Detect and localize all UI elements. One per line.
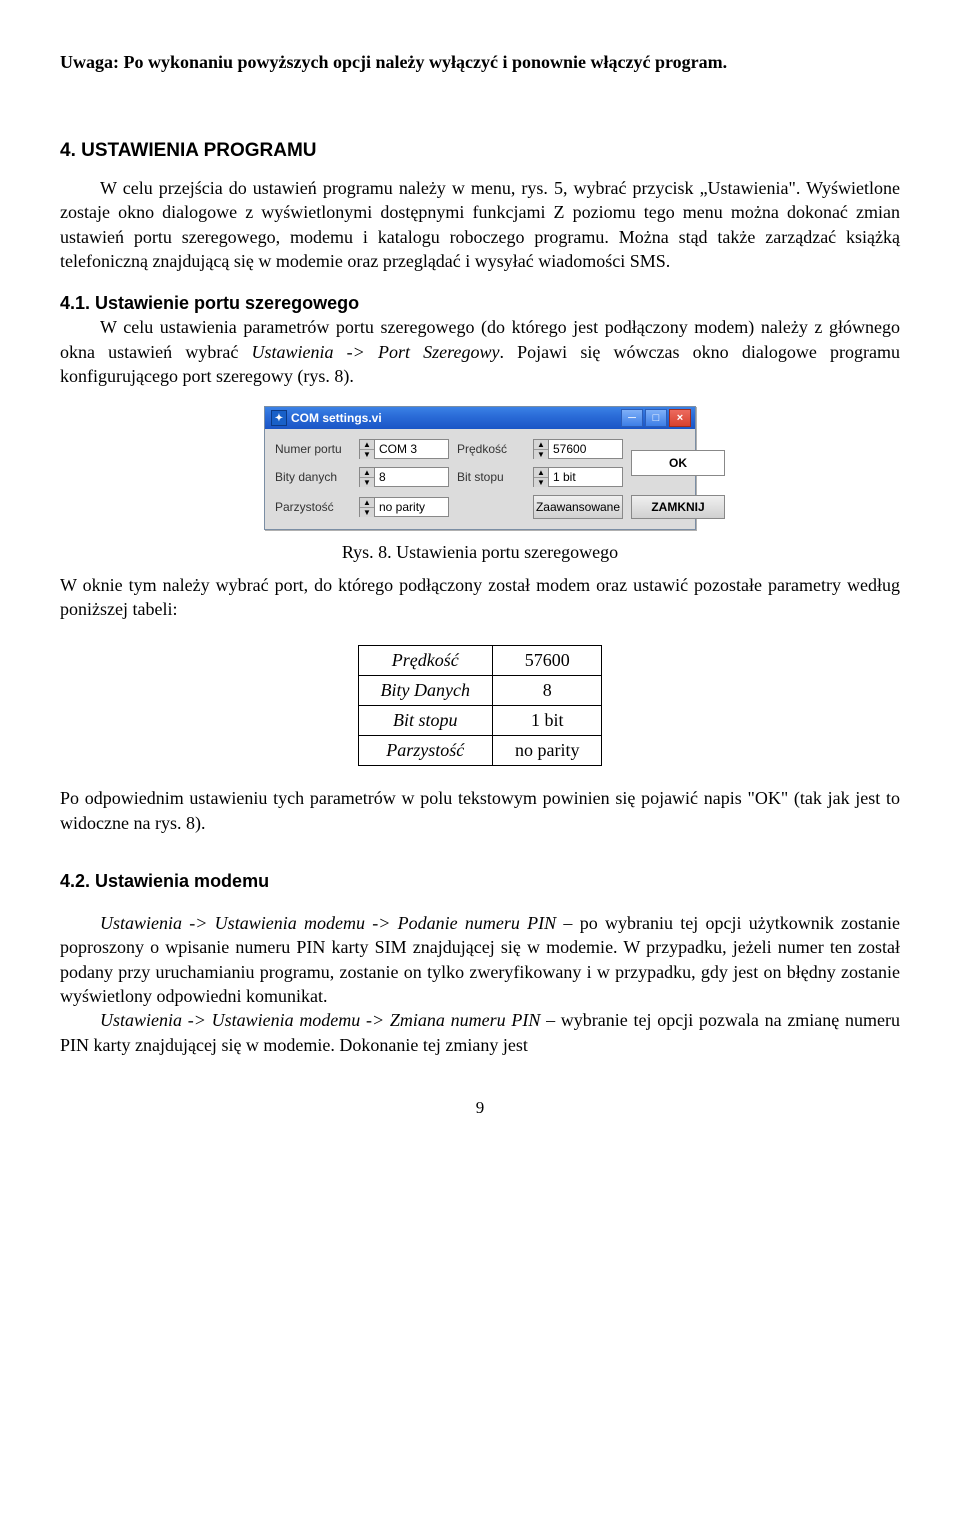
- stopbit-value: 1 bit: [548, 467, 623, 487]
- heading-4: 4. USTAWIENIA PROGRAMU: [60, 138, 900, 164]
- arrow-up-icon[interactable]: ▲: [534, 440, 548, 450]
- param-value: no parity: [492, 736, 602, 766]
- databits-spinbox[interactable]: ▲▼ 8: [359, 467, 449, 487]
- menu-path-text: Ustawienia -> Ustawienia modemu -> Zmian…: [100, 1010, 540, 1030]
- parity-value: no parity: [374, 497, 449, 517]
- arrow-down-icon[interactable]: ▼: [534, 478, 548, 487]
- label-databits: Bity danych: [275, 470, 351, 484]
- arrow-up-icon[interactable]: ▲: [360, 498, 374, 508]
- status-display: OK: [631, 450, 725, 476]
- figure-caption: Rys. 8. Ustawienia portu szeregowego: [60, 540, 900, 564]
- notice-text: Uwaga: Po wykonaniu powyższych opcji nal…: [60, 50, 900, 74]
- dialog-titlebar[interactable]: ✦ COM settings.vi ─ □ ×: [265, 407, 695, 429]
- arrow-down-icon[interactable]: ▼: [360, 478, 374, 487]
- label-speed: Prędkość: [457, 442, 525, 456]
- stopbit-spinbox[interactable]: ▲▼ 1 bit: [533, 467, 623, 487]
- port-value: COM 3: [374, 439, 449, 459]
- label-parity: Parzystość: [275, 500, 351, 514]
- section-4-2-paragraph-1: Ustawienia -> Ustawienia modemu -> Podan…: [60, 911, 900, 1008]
- heading-4-1: 4.1. Ustawienie portu szeregowego: [60, 291, 900, 315]
- table-row: Bity Danych8: [358, 676, 602, 706]
- table-row: Parzystośćno parity: [358, 736, 602, 766]
- table-row: Bit stopu1 bit: [358, 706, 602, 736]
- menu-path-text: Ustawienia -> Ustawienia modemu -> Podan…: [100, 913, 556, 933]
- advanced-button[interactable]: Zaawansowane: [533, 495, 623, 519]
- minimize-button[interactable]: ─: [621, 409, 643, 427]
- table-row: Prędkość57600: [358, 646, 602, 676]
- arrow-down-icon[interactable]: ▼: [360, 450, 374, 459]
- port-spinbox[interactable]: ▲▼ COM 3: [359, 439, 449, 459]
- maximize-button[interactable]: □: [645, 409, 667, 427]
- arrow-down-icon[interactable]: ▼: [534, 450, 548, 459]
- speed-value: 57600: [548, 439, 623, 459]
- menu-path-text: Ustawienia -> Port Szeregowy: [251, 342, 499, 362]
- section-4-1-paragraph-1: W celu ustawienia parametrów portu szere…: [60, 315, 900, 388]
- param-value: 57600: [492, 646, 602, 676]
- arrow-down-icon[interactable]: ▼: [360, 508, 374, 517]
- parameters-table: Prędkość57600 Bity Danych8 Bit stopu1 bi…: [358, 645, 603, 766]
- section-4-2-paragraph-2: Ustawienia -> Ustawienia modemu -> Zmian…: [60, 1008, 900, 1057]
- arrow-up-icon[interactable]: ▲: [534, 468, 548, 478]
- param-name: Bity Danych: [358, 676, 492, 706]
- section-4-1-paragraph-2: W oknie tym należy wybrać port, do które…: [60, 573, 900, 622]
- app-icon: ✦: [271, 410, 287, 426]
- label-port: Numer portu: [275, 442, 351, 456]
- label-stopbit: Bit stopu: [457, 470, 525, 484]
- close-button[interactable]: ×: [669, 409, 691, 427]
- speed-spinbox[interactable]: ▲▼ 57600: [533, 439, 623, 459]
- section-4-1-paragraph-3: Po odpowiednim ustawieniu tych parametró…: [60, 786, 900, 835]
- param-name: Parzystość: [358, 736, 492, 766]
- dialog-title: COM settings.vi: [291, 411, 619, 425]
- arrow-up-icon[interactable]: ▲: [360, 468, 374, 478]
- section-4-paragraph: W celu przejścia do ustawień programu na…: [60, 176, 900, 273]
- param-name: Prędkość: [358, 646, 492, 676]
- com-settings-dialog: ✦ COM settings.vi ─ □ × Numer portu ▲▼ C…: [264, 406, 696, 530]
- param-value: 8: [492, 676, 602, 706]
- param-value: 1 bit: [492, 706, 602, 736]
- page-number: 9: [60, 1097, 900, 1120]
- heading-4-2: 4.2. Ustawienia modemu: [60, 869, 900, 893]
- zamknij-button[interactable]: ZAMKNIJ: [631, 495, 725, 519]
- arrow-up-icon[interactable]: ▲: [360, 440, 374, 450]
- parity-spinbox[interactable]: ▲▼ no parity: [359, 497, 449, 517]
- param-name: Bit stopu: [358, 706, 492, 736]
- databits-value: 8: [374, 467, 449, 487]
